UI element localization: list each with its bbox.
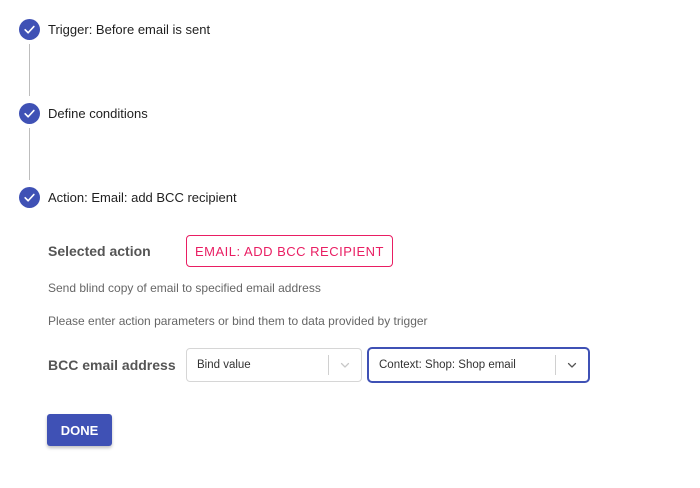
action-instructions: Please enter action parameters or bind t… — [48, 314, 428, 328]
selected-action-label: Selected action — [48, 243, 151, 259]
bind-mode-select[interactable]: Bind value — [186, 348, 362, 382]
chevron-down-icon[interactable] — [329, 349, 361, 381]
context-value: Context: Shop: Shop email — [379, 359, 516, 371]
step-connector — [29, 44, 30, 96]
step-label: Action: Email: add BCC recipient — [48, 190, 237, 205]
step-conditions[interactable]: Define conditions — [19, 103, 148, 124]
check-icon — [19, 103, 40, 124]
step-trigger[interactable]: Trigger: Before email is sent — [19, 19, 210, 40]
chevron-down-icon[interactable] — [556, 349, 588, 381]
done-button[interactable]: DONE — [47, 414, 112, 446]
selected-action-chip[interactable]: EMAIL: ADD BCC RECIPIENT — [186, 235, 393, 267]
step-label: Define conditions — [48, 106, 148, 121]
bcc-email-label: BCC email address — [48, 357, 176, 373]
check-icon — [19, 19, 40, 40]
check-icon — [19, 187, 40, 208]
context-value-select[interactable]: Context: Shop: Shop email — [368, 348, 589, 382]
step-connector — [29, 128, 30, 180]
action-description: Send blind copy of email to specified em… — [48, 281, 321, 295]
step-action[interactable]: Action: Email: add BCC recipient — [19, 187, 237, 208]
step-label: Trigger: Before email is sent — [48, 22, 211, 37]
bind-mode-value: Bind value — [197, 359, 251, 371]
